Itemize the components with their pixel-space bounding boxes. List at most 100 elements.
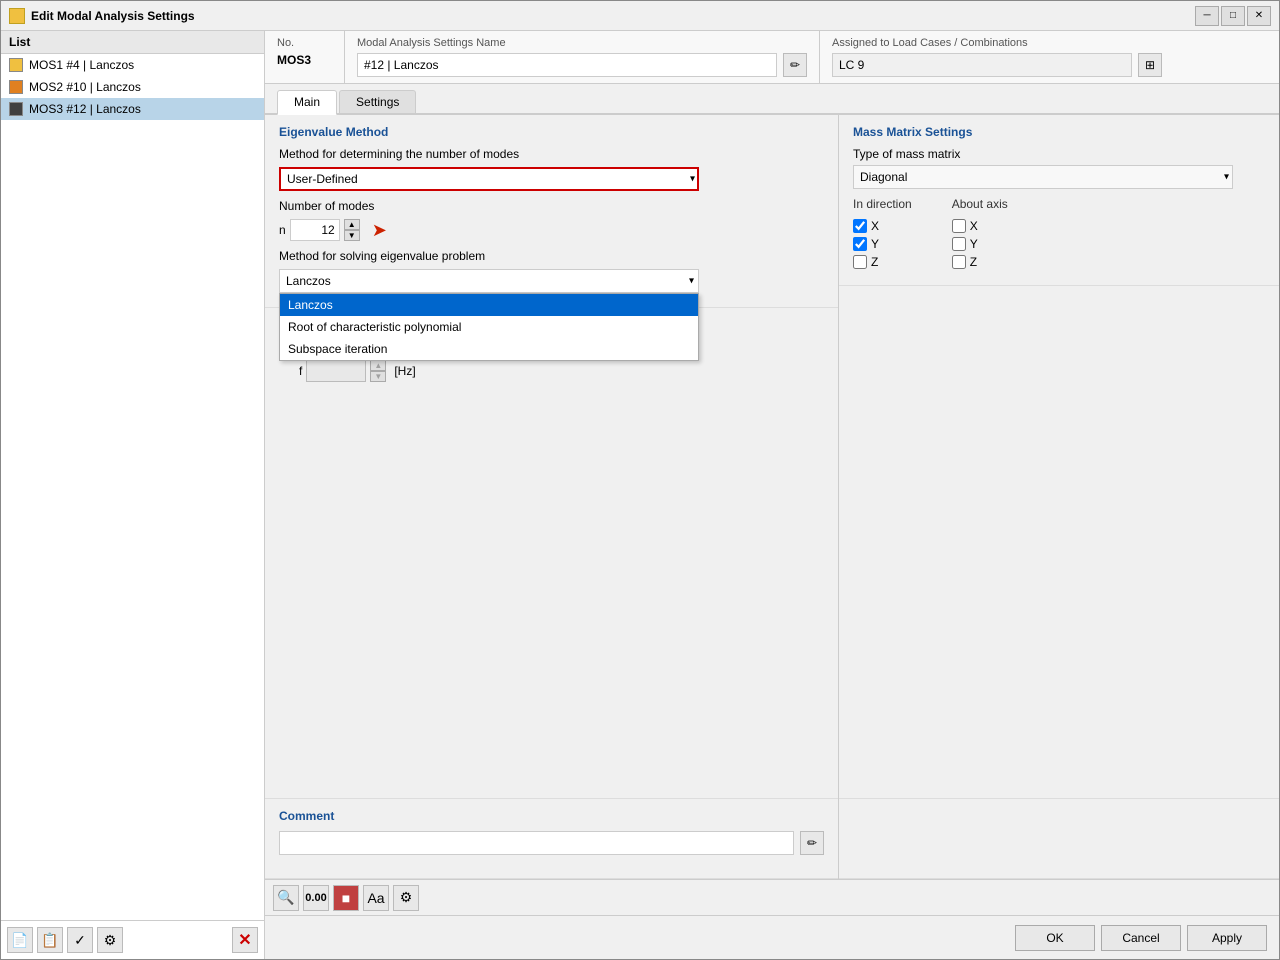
tab-main[interactable]: Main (277, 90, 337, 115)
toolbar-btn-5[interactable]: ⚙ (393, 885, 419, 911)
assigned-edit-button[interactable]: ⊞ (1138, 53, 1162, 77)
close-button[interactable]: ✕ (1247, 6, 1271, 26)
sidebar-item-mos2[interactable]: MOS2 #10 | Lanczos (1, 76, 264, 98)
in-direction-col: In direction X Y (853, 197, 912, 269)
method-row: Method for determining the number of mod… (279, 147, 824, 161)
sidebar-item-mos3[interactable]: MOS3 #12 | Lanczos (1, 98, 264, 120)
apply-button[interactable]: Apply (1187, 925, 1267, 951)
solve-option-subspace[interactable]: Subspace iteration (280, 338, 698, 360)
bottom-toolbar: 🔍 0.00 ■ Aa ⚙ (265, 879, 1279, 915)
action-buttons: OK Cancel Apply (265, 915, 1279, 959)
toolbar-btn-1[interactable]: 🔍 (273, 885, 299, 911)
solve-label-row: Method for solving eigenvalue problem (279, 249, 824, 263)
mos3-color-indicator (9, 102, 23, 116)
options-section: Options Find modes beyond frequency f ▲ … (265, 308, 838, 799)
modes-count-row: Number of modes (279, 199, 824, 213)
modes-spinners: ▲ ▼ (344, 219, 360, 241)
about-z-row: Z (952, 255, 1008, 269)
in-y-row: Y (853, 237, 912, 251)
method-dropdown-row: User-Defined Automatic ▾ (279, 167, 824, 191)
about-axis-col: About axis X Y (952, 197, 1008, 269)
in-y-checkbox[interactable] (853, 237, 867, 251)
about-x-checkbox[interactable] (952, 219, 966, 233)
about-y-row: Y (952, 237, 1008, 251)
eigenvalue-title: Eigenvalue Method (279, 125, 824, 139)
solve-selected-value: Lanczos (286, 274, 331, 288)
content-area: Eigenvalue Method Method for determining… (265, 115, 1279, 879)
about-x-label: X (970, 219, 978, 233)
title-bar: Edit Modal Analysis Settings ─ □ ✕ (1, 1, 1279, 31)
freq-spinners: ▲ ▼ (370, 360, 386, 382)
hz-label: [Hz] (394, 364, 415, 378)
right-section-2 (839, 286, 1279, 799)
sidebar-item-mos3-label: MOS3 #12 | Lanczos (29, 102, 141, 116)
assigned-label: Assigned to Load Cases / Combinations (832, 37, 1267, 49)
freq-spin-up[interactable]: ▲ (370, 360, 386, 371)
mos2-color-indicator (9, 80, 23, 94)
name-input[interactable] (357, 53, 777, 77)
no-label: No. (277, 37, 332, 49)
maximize-button[interactable]: □ (1221, 6, 1245, 26)
comment-title: Comment (279, 809, 824, 823)
about-z-checkbox[interactable] (952, 255, 966, 269)
about-axis-title: About axis (952, 197, 1008, 211)
mass-matrix-section: Mass Matrix Settings Type of mass matrix… (839, 115, 1279, 286)
solve-label: Method for solving eigenvalue problem (279, 249, 485, 263)
solve-option-lanczos[interactable]: Lanczos (280, 294, 698, 316)
modes-spin-up[interactable]: ▲ (344, 219, 360, 230)
type-label: Type of mass matrix (853, 147, 1265, 161)
sidebar-item-mos1[interactable]: MOS1 #4 | Lanczos (1, 54, 264, 76)
in-x-label: X (871, 219, 879, 233)
ok-button[interactable]: OK (1015, 925, 1095, 951)
right-content: Mass Matrix Settings Type of mass matrix… (839, 115, 1279, 879)
name-edit-button[interactable]: ✏ (783, 53, 807, 77)
mass-type-wrapper: Diagonal Consistent ▾ (853, 165, 1233, 189)
sidebar-copy-button[interactable]: 📋 (37, 927, 63, 953)
assigned-row: ⊞ (832, 53, 1267, 77)
in-z-row: Z (853, 255, 912, 269)
comment-section: Comment ✏ (265, 799, 838, 879)
sidebar-settings-button[interactable]: ⚙ (97, 927, 123, 953)
sidebar-list: MOS1 #4 | Lanczos MOS2 #10 | Lanczos MOS… (1, 54, 264, 920)
tabs: Main Settings (265, 84, 1279, 115)
window-title: Edit Modal Analysis Settings (31, 9, 195, 23)
about-z-label: Z (970, 255, 977, 269)
sidebar-check-button[interactable]: ✓ (67, 927, 93, 953)
toolbar-btn-4[interactable]: Aa (363, 885, 389, 911)
method-label: Method for determining the number of mod… (279, 147, 519, 161)
method-dropdown[interactable]: User-Defined Automatic (279, 167, 699, 191)
about-y-checkbox[interactable] (952, 237, 966, 251)
solve-dropdown-selected[interactable]: Lanczos ▾ (279, 269, 699, 293)
minimize-button[interactable]: ─ (1195, 6, 1219, 26)
toolbar-btn-2[interactable]: 0.00 (303, 885, 329, 911)
about-x-row: X (952, 219, 1008, 233)
in-z-checkbox[interactable] (853, 255, 867, 269)
solve-option-root[interactable]: Root of characteristic polynomial (280, 316, 698, 338)
main-window: Edit Modal Analysis Settings ─ □ ✕ List … (0, 0, 1280, 960)
sidebar-add-button[interactable]: 📄 (7, 927, 33, 953)
sidebar-header: List (1, 31, 264, 54)
mass-matrix-title: Mass Matrix Settings (853, 125, 1265, 139)
arrow-indicator: ➤ (372, 220, 387, 241)
sidebar-delete-button[interactable]: ✕ (232, 927, 258, 953)
assigned-input[interactable] (832, 53, 1132, 77)
mass-type-dropdown[interactable]: Diagonal Consistent (853, 165, 1233, 189)
name-section: Modal Analysis Settings Name ✏ (345, 31, 820, 83)
comment-edit-button[interactable]: ✏ (800, 831, 824, 855)
direction-area: In direction X Y (853, 197, 1265, 269)
n-label: n (279, 223, 286, 237)
toolbar-btn-3[interactable]: ■ (333, 885, 359, 911)
modes-spin-down[interactable]: ▼ (344, 230, 360, 241)
solve-dropdown-arrow: ▾ (689, 276, 694, 287)
sidebar-footer: 📄 📋 ✓ ⚙ ✕ (1, 920, 264, 959)
freq-input[interactable] (306, 360, 366, 382)
method-dropdown-wrapper: User-Defined Automatic ▾ (279, 167, 699, 191)
comment-dropdown[interactable] (279, 831, 794, 855)
in-x-checkbox[interactable] (853, 219, 867, 233)
about-y-label: Y (970, 237, 978, 251)
tab-settings[interactable]: Settings (339, 90, 416, 113)
no-section: No. MOS3 (265, 31, 345, 83)
modes-input[interactable] (290, 219, 340, 241)
cancel-button[interactable]: Cancel (1101, 925, 1181, 951)
freq-spin-down[interactable]: ▼ (370, 371, 386, 382)
